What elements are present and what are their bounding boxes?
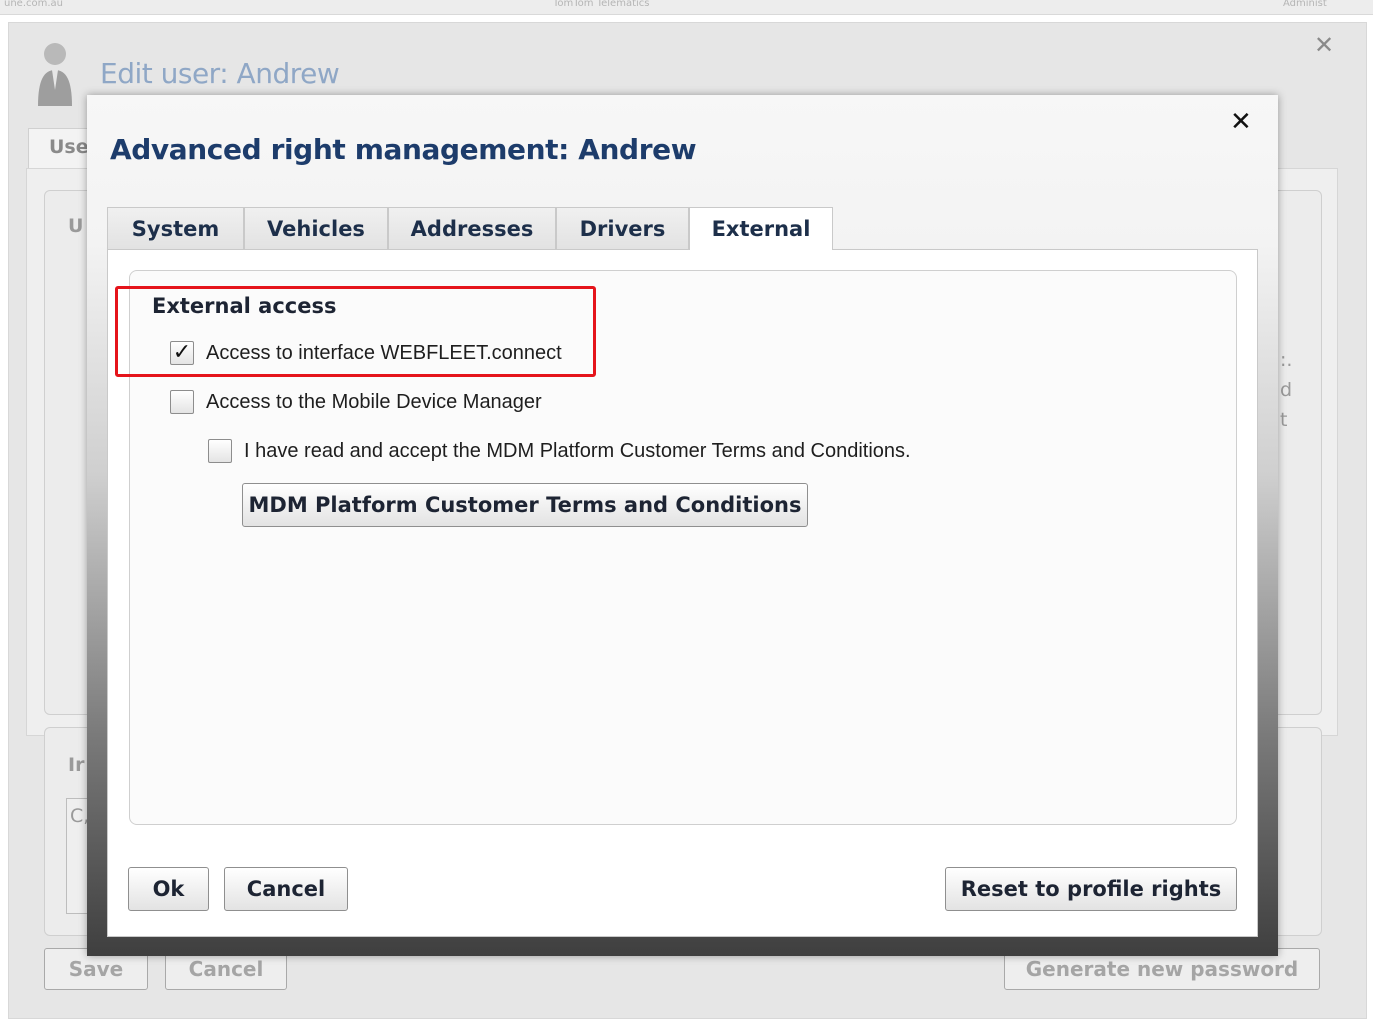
close-icon[interactable]: ✕ (1230, 107, 1252, 137)
close-icon[interactable]: ✕ (1314, 31, 1334, 59)
option-label: I have read and accept the MDM Platform … (244, 439, 911, 462)
tab-addresses[interactable]: Addresses (388, 207, 556, 249)
ok-button[interactable]: Ok (128, 867, 209, 911)
tab-system[interactable]: System (107, 207, 244, 249)
tab-content: External access ✓ Access to interface WE… (107, 249, 1258, 937)
topbar-right-text: Administ (1283, 0, 1327, 9)
dialog-title: Advanced right management: Andrew (110, 133, 697, 166)
mdm-terms-button[interactable]: MDM Platform Customer Terms and Conditio… (242, 483, 808, 527)
tab-drivers[interactable]: Drivers (556, 207, 689, 249)
option-label: Access to the Mobile Device Manager (206, 390, 542, 413)
user-avatar-icon (38, 43, 72, 106)
side-text-fragment: t (1280, 409, 1288, 431)
fieldset-label-fragment: U (68, 215, 84, 237)
cancel-button[interactable]: Cancel (224, 867, 348, 911)
fieldset-label-fragment: Ir (68, 754, 85, 776)
side-text-fragment: d (1280, 379, 1293, 401)
browser-top-bar: une.com.au TomTom Telematics Administ (0, 0, 1373, 15)
topbar-left-text: une.com.au (4, 0, 64, 9)
section-title: External access (152, 294, 337, 318)
mdm-access-checkbox[interactable] (170, 390, 194, 414)
page-title: Edit user: Andrew (100, 57, 340, 90)
mdm-terms-checkbox[interactable] (208, 439, 232, 463)
webfleet-connect-checkbox[interactable]: ✓ (170, 341, 194, 365)
mdm-access-option[interactable]: Access to the Mobile Device Manager (170, 390, 542, 414)
side-text-fragment: :. (1280, 349, 1293, 371)
mdm-terms-option[interactable]: I have read and accept the MDM Platform … (208, 439, 911, 463)
tab-vehicles[interactable]: Vehicles (244, 207, 388, 249)
topbar-center-text: TomTom Telematics (553, 0, 650, 9)
advanced-rights-dialog: Advanced right management: Andrew ✕ Syst… (87, 95, 1278, 956)
option-label: Access to interface WEBFLEET.connect (206, 341, 562, 364)
tab-external[interactable]: External (689, 207, 833, 250)
webfleet-connect-option[interactable]: ✓ Access to interface WEBFLEET.connect (170, 341, 562, 365)
reset-profile-rights-button[interactable]: Reset to profile rights (945, 867, 1237, 911)
